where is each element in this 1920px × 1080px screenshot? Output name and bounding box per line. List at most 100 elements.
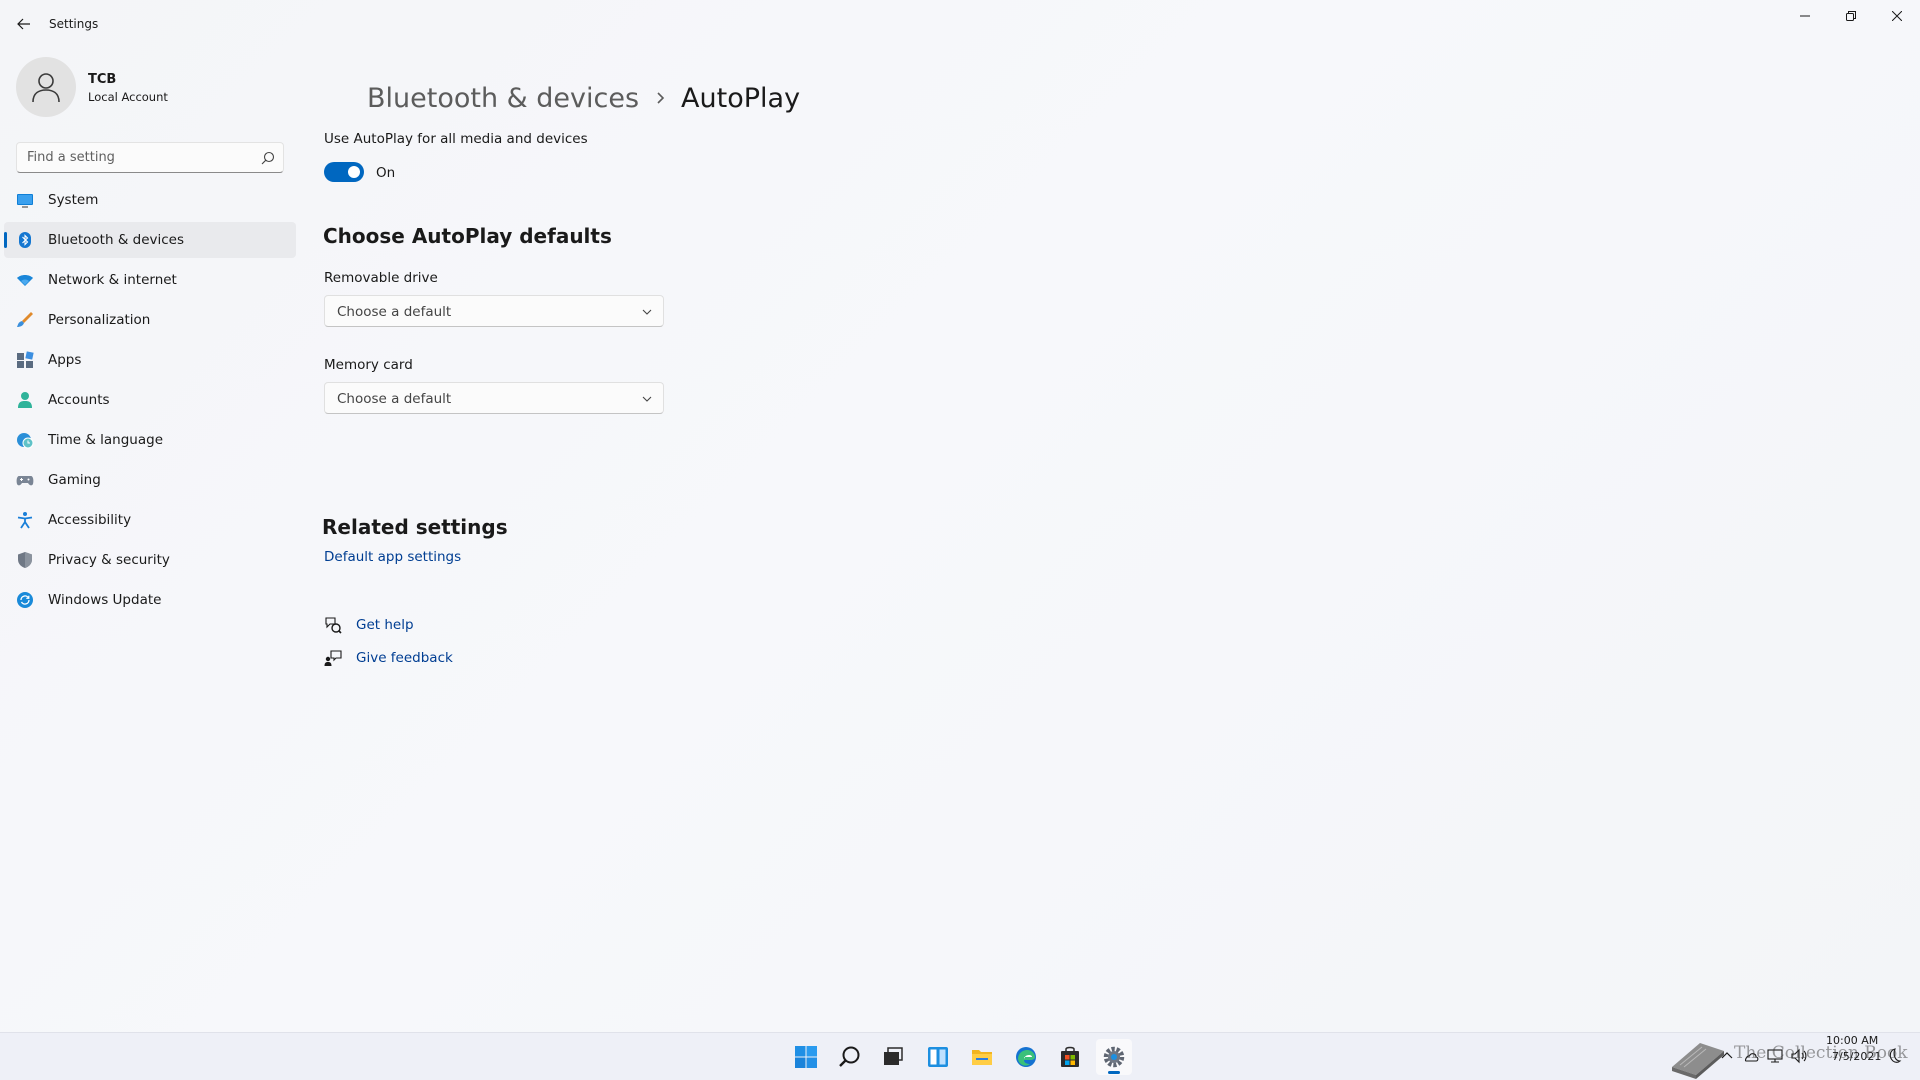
clock-date[interactable]: 7/5/2021 [1832,1050,1881,1063]
active-indicator [4,232,7,248]
monitor-icon [17,194,33,208]
toggle-state-text: On [376,165,396,181]
accessibility-icon [17,512,33,529]
bluetooth-icon [19,232,31,248]
sidebar-item-label: Windows Update [48,592,162,608]
store-icon [1061,1046,1079,1067]
sidebar-item-windows-update[interactable]: Windows Update [4,582,296,618]
give-feedback-link[interactable]: Give feedback [356,650,453,666]
sidebar-item-accessibility[interactable]: Accessibility [4,502,296,538]
account-type: Local Account [88,90,168,104]
gamepad-icon [16,476,34,486]
sidebar-item-label: Bluetooth & devices [48,232,185,248]
user-name: TCB [88,72,117,87]
breadcrumb-parent-link[interactable]: Bluetooth & devices [367,83,639,114]
active-app-indicator [1108,1071,1120,1074]
memory-card-label: Memory card [324,357,413,373]
globe-clock-icon [17,433,34,449]
sidebar-item-label: Network & internet [48,272,177,288]
removable-drive-label: Removable drive [324,270,438,286]
chevron-down-icon [642,309,652,315]
sidebar-item-bluetooth-devices[interactable]: Bluetooth & devices [4,222,296,258]
sidebar-item-system[interactable]: System [4,182,296,218]
breadcrumb: Bluetooth & devices AutoPlay [367,78,800,118]
sidebar-item-accounts[interactable]: Accounts [4,382,296,418]
sidebar-item-personalization[interactable]: Personalization [4,302,296,338]
person-avatar-icon [32,73,60,103]
get-help-icon [325,617,342,634]
start-button[interactable] [788,1039,824,1075]
sidebar-item-label: Accounts [48,392,110,408]
page-title: AutoPlay [681,82,801,114]
taskbar-search-button[interactable] [832,1039,868,1075]
sidebar-item-label: Apps [48,352,82,368]
sidebar-nav: System Bluetooth & devices Network & int… [4,182,296,622]
back-arrow-icon [17,18,30,30]
autoplay-toggle[interactable] [324,162,364,182]
widgets-icon [928,1047,948,1067]
removable-drive-dropdown[interactable]: Choose a default [324,295,664,327]
chevron-down-icon [642,396,652,402]
chevron-right-icon [655,91,665,105]
sidebar-item-apps[interactable]: Apps [4,342,296,378]
task-view-button[interactable] [875,1039,911,1075]
watermark-text: The Collection Book [1734,1043,1908,1063]
sidebar-item-label: System [48,192,99,208]
sidebar-item-time-language[interactable]: Time & language [4,422,296,458]
dropdown-value: Choose a default [337,304,452,320]
settings-app-button[interactable] [1096,1039,1132,1075]
search-input[interactable] [17,143,253,172]
restore-icon [1846,11,1856,21]
feedback-icon [324,650,342,666]
start-icon [795,1046,817,1068]
restore-button[interactable] [1828,0,1874,32]
sidebar-item-gaming[interactable]: Gaming [4,462,296,498]
settings-window: Settings TCB Local Account Find a settin… [0,0,1920,1032]
search-box [16,142,284,173]
apps-icon [17,351,34,368]
close-icon [1892,11,1902,21]
sidebar-item-label: Accessibility [48,512,132,528]
autoplay-defaults-heading: Choose AutoPlay defaults [323,224,612,248]
task-view-icon [884,1047,903,1065]
person-icon [18,392,32,408]
sidebar-item-label: Personalization [48,312,151,328]
minimize-icon [1800,15,1810,17]
edge-icon [1016,1047,1036,1067]
default-app-settings-link[interactable]: Default app settings [324,549,461,565]
shield-icon [18,552,32,568]
sidebar-item-privacy-security[interactable]: Privacy & security [4,542,296,578]
sidebar-item-network-internet[interactable]: Network & internet [4,262,296,298]
back-button[interactable] [10,12,38,36]
clock-time[interactable]: 10:00 AM [1826,1034,1878,1047]
related-settings-heading: Related settings [322,515,508,539]
sidebar-item-label: Gaming [48,472,101,488]
dropdown-value: Choose a default [337,391,452,407]
brush-icon [17,312,33,327]
toggle-knob [348,166,360,178]
update-icon [17,592,33,608]
give-feedback-row[interactable]: Give feedback [324,647,524,669]
sidebar-item-label: Privacy & security [48,552,170,568]
minimize-button[interactable] [1782,0,1828,32]
get-help-link[interactable]: Get help [356,617,414,633]
edge-browser-button[interactable] [1008,1039,1044,1075]
file-explorer-icon [972,1050,992,1065]
taskbar [0,1032,1920,1080]
sidebar-item-label: Time & language [48,432,164,448]
user-profile[interactable]: TCB Local Account [16,57,296,119]
autoplay-toggle-label: Use AutoPlay for all media and devices [324,131,588,147]
settings-icon [1103,1046,1125,1068]
search-icon[interactable] [261,151,275,165]
get-help-row[interactable]: Get help [324,614,524,636]
title-bar: Settings [0,0,1920,48]
avatar [16,57,76,117]
widgets-button[interactable] [920,1039,956,1075]
wifi-icon [17,275,33,286]
app-title: Settings [49,17,99,31]
close-button[interactable] [1874,0,1920,32]
file-explorer-button[interactable] [964,1039,1000,1075]
search-icon [839,1046,860,1067]
store-button[interactable] [1052,1039,1088,1075]
memory-card-dropdown[interactable]: Choose a default [324,382,664,414]
